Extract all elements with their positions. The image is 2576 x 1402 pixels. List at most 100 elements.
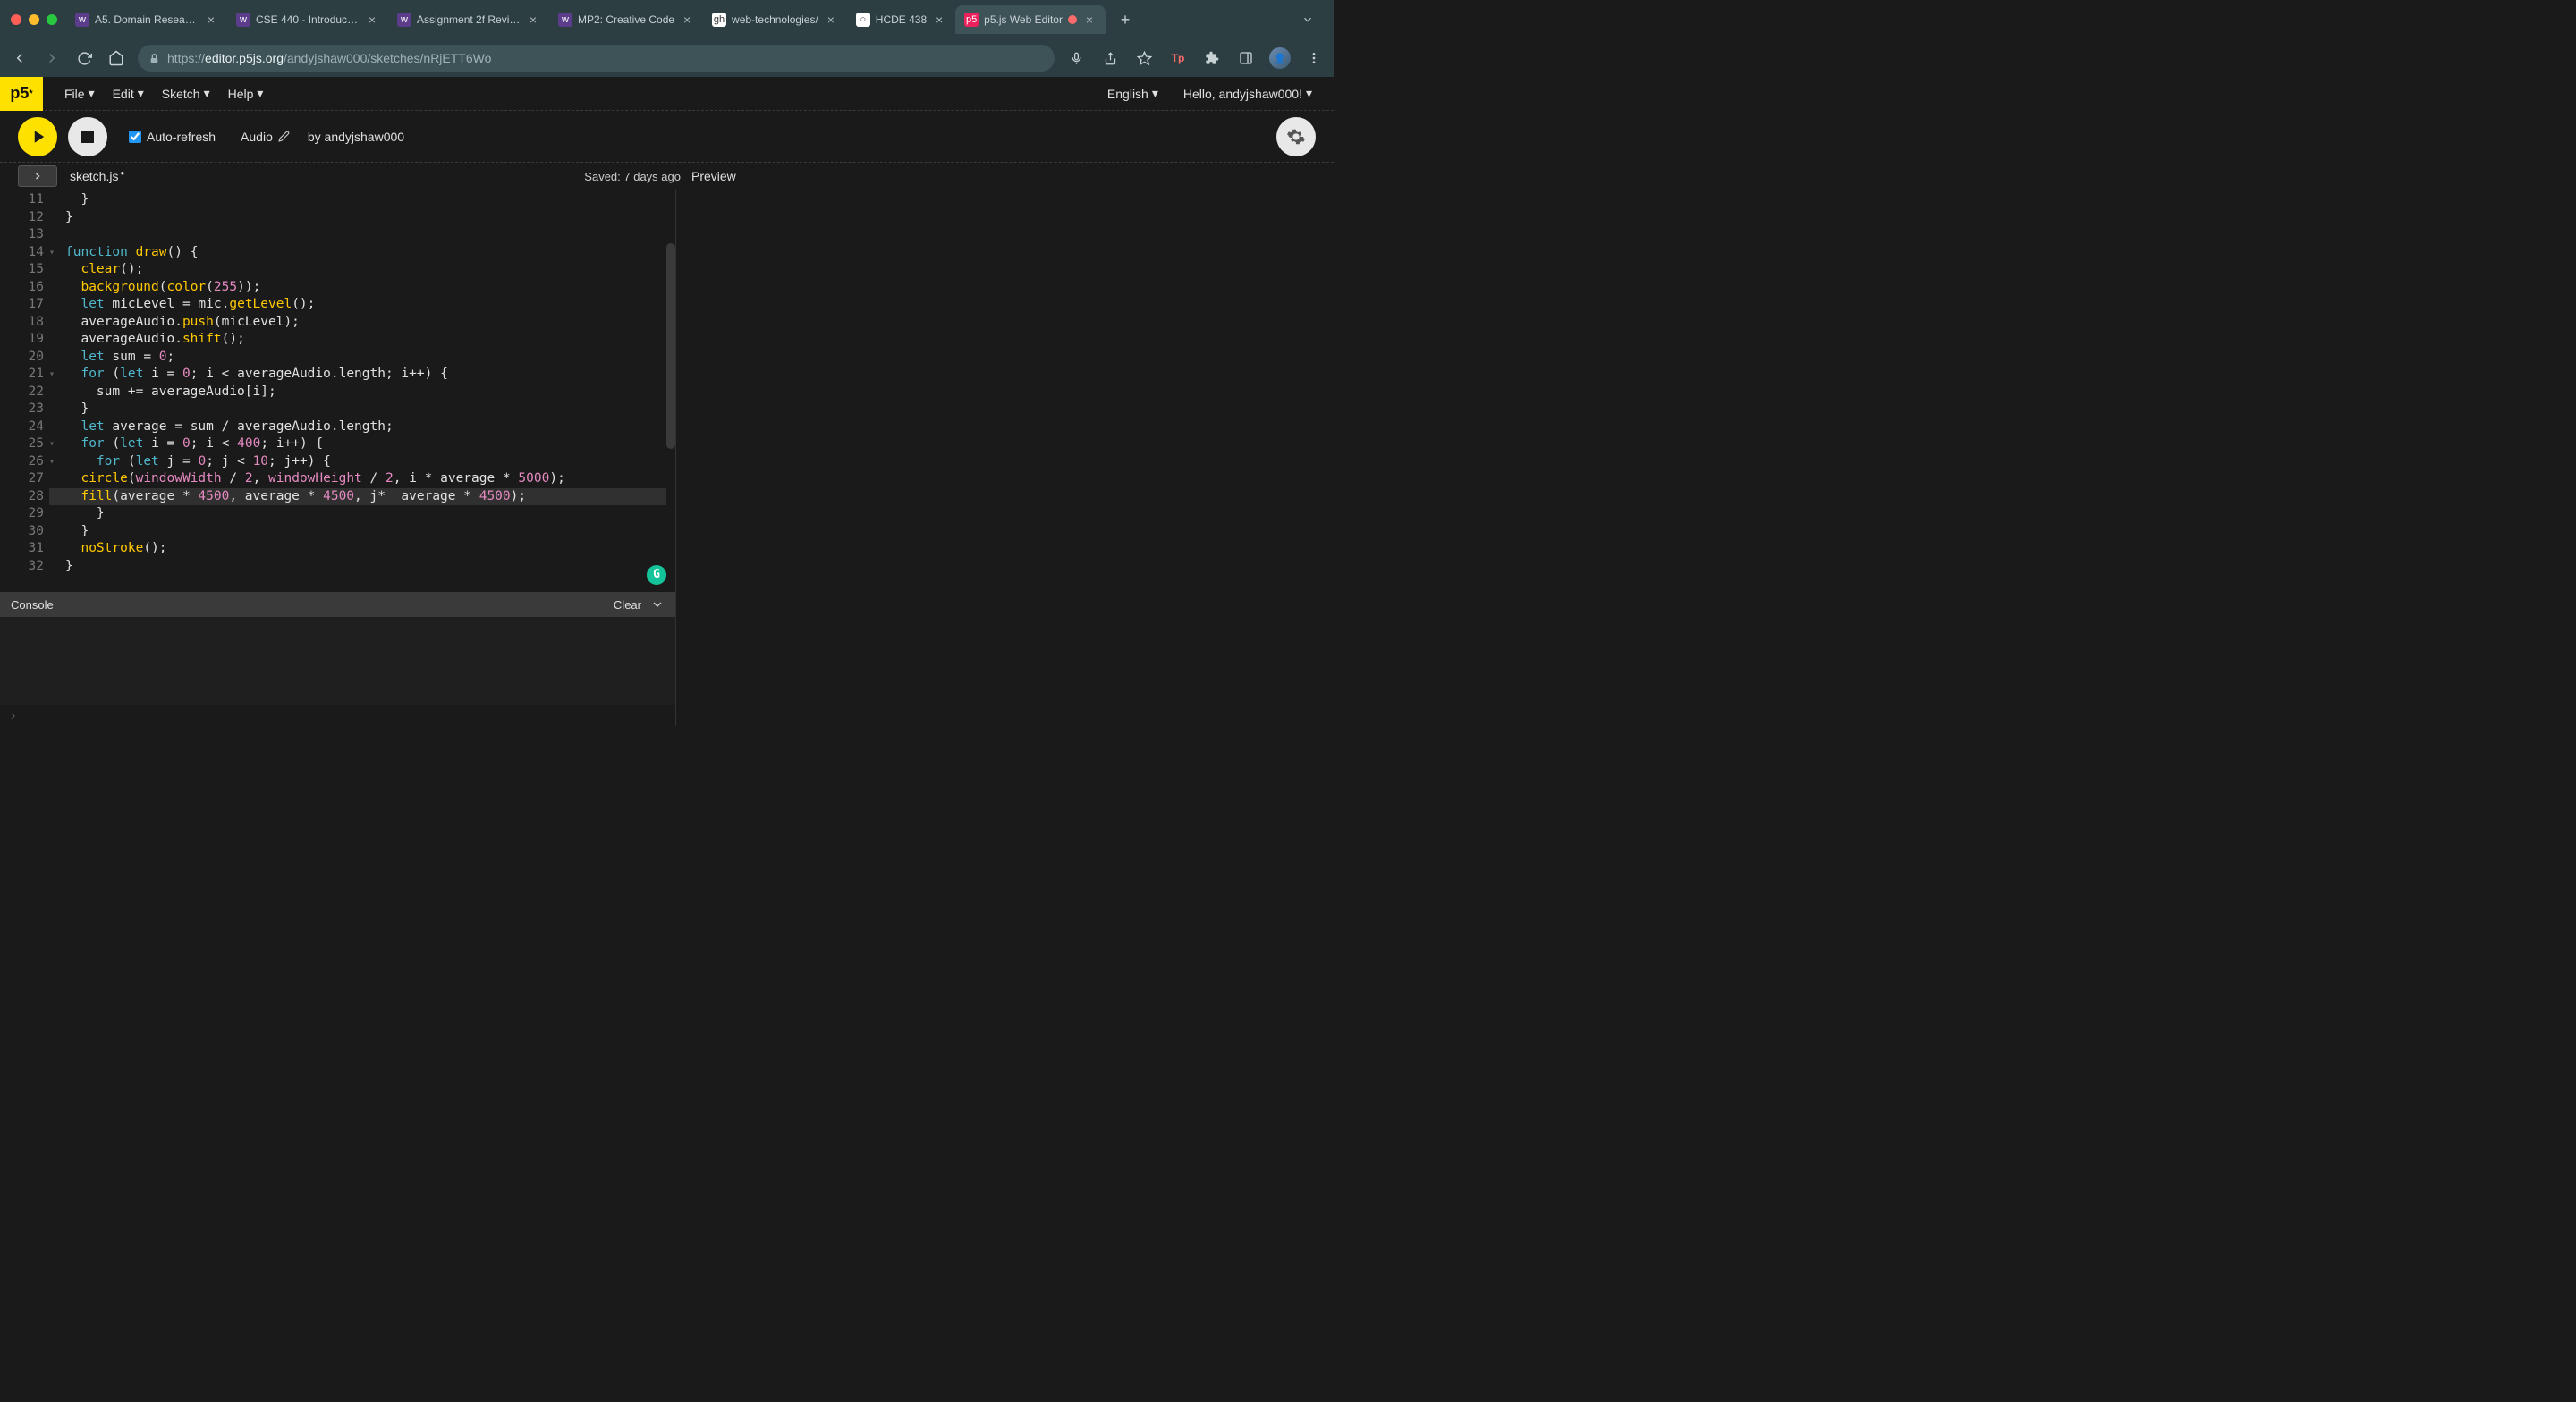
tab-favicon-icon: w	[75, 13, 89, 27]
browser-tab[interactable]: ○HCDE 438×	[847, 5, 955, 34]
code-line[interactable]: }	[65, 523, 675, 541]
nav-forward-button[interactable]	[41, 47, 63, 69]
window-controls	[11, 14, 57, 25]
browser-tab[interactable]: w A5. Domain Research ×	[66, 5, 227, 34]
console-output[interactable]	[0, 617, 675, 705]
code-content[interactable]: }} function draw() { clear(); background…	[49, 190, 675, 592]
browser-tab[interactable]: wMP2: Creative Code×	[549, 5, 703, 34]
code-line[interactable]: clear();	[65, 261, 675, 279]
window-minimize-button[interactable]	[29, 14, 39, 25]
share-icon[interactable]	[1099, 47, 1121, 69]
code-line[interactable]: let micLevel = mic.getLevel();	[65, 296, 675, 314]
chevron-down-icon: ▾	[204, 86, 210, 101]
code-line[interactable]: fill(average * 4500, average * 4500, j* …	[65, 488, 675, 506]
lock-icon	[148, 53, 160, 64]
mic-icon[interactable]	[1065, 47, 1087, 69]
editor-header: sketch.js Saved: 7 days ago Preview	[0, 163, 1334, 190]
tab-close-button[interactable]: ×	[932, 13, 946, 27]
auto-refresh-checkbox[interactable]	[129, 131, 141, 143]
kebab-menu-icon[interactable]	[1303, 47, 1325, 69]
code-line[interactable]: }	[65, 209, 675, 227]
tab-close-button[interactable]: ×	[680, 13, 694, 27]
menu-sketch[interactable]: Sketch▾	[155, 82, 217, 105]
chevron-down-icon: ▾	[257, 86, 263, 101]
console-input[interactable]: ›	[0, 705, 675, 726]
menu-edit[interactable]: Edit▾	[106, 82, 151, 105]
code-line[interactable]: circle(windowWidth / 2, windowHeight / 2…	[65, 470, 675, 488]
settings-button[interactable]	[1276, 117, 1316, 156]
chevron-down-icon: ▾	[89, 86, 95, 101]
menu-file[interactable]: File▾	[57, 82, 102, 105]
chevron-down-icon[interactable]	[650, 597, 665, 612]
code-line[interactable]: function draw() {	[65, 244, 675, 262]
editor-scrollbar[interactable]	[666, 190, 675, 592]
tab-close-button[interactable]: ×	[526, 13, 540, 27]
nav-home-button[interactable]	[106, 47, 127, 69]
code-line[interactable]: for (let i = 0; i < averageAudio.length;…	[65, 366, 675, 384]
code-line[interactable]: for (let j = 0; j < 10; j++) {	[65, 453, 675, 471]
active-file-tab[interactable]: sketch.js	[70, 169, 124, 183]
console-header: Console Clear	[0, 592, 675, 617]
code-line[interactable]: background(color(255));	[65, 279, 675, 297]
browser-tab[interactable]: p5p5.js Web Editor×	[955, 5, 1106, 34]
browser-tab-bar: w A5. Domain Research ×w CSE 440 - Introduc…	[0, 0, 1334, 39]
tab-title: CSE 440 - Introduction	[256, 13, 360, 26]
tab-title: MP2: Creative Code	[578, 13, 674, 26]
browser-tab[interactable]: ghweb-technologies/×	[703, 5, 847, 34]
app-menu-bar: p5* File▾ Edit▾ Sketch▾ Help▾ English▾ H…	[0, 77, 1334, 111]
auto-refresh-toggle[interactable]: Auto-refresh	[129, 130, 216, 144]
window-maximize-button[interactable]	[47, 14, 57, 25]
window-close-button[interactable]	[11, 14, 21, 25]
file-panel-toggle[interactable]	[18, 165, 57, 187]
sketch-author: by andyjshaw000	[308, 130, 404, 144]
bookmark-star-icon[interactable]	[1133, 47, 1155, 69]
extension-tp-icon[interactable]: Tp	[1167, 47, 1189, 69]
panel-icon[interactable]	[1235, 47, 1257, 69]
code-line[interactable]: averageAudio.shift();	[65, 331, 675, 349]
code-line[interactable]: }	[65, 401, 675, 418]
console-label: Console	[11, 598, 54, 612]
chevron-down-icon: ▾	[1306, 86, 1312, 101]
user-greeting[interactable]: Hello, andyjshaw000!▾	[1176, 82, 1319, 105]
tab-title: A5. Domain Research	[95, 13, 199, 26]
code-line[interactable]: }	[65, 558, 675, 576]
extensions-icon[interactable]	[1201, 47, 1223, 69]
code-line[interactable]	[65, 226, 675, 244]
url-bar[interactable]: https://editor.p5js.org/andyjshaw000/ske…	[138, 45, 1055, 72]
code-line[interactable]: averageAudio.push(micLevel);	[65, 314, 675, 332]
browser-tab[interactable]: wCSE 440 - Introduction×	[227, 5, 388, 34]
sketch-name[interactable]: Audio	[241, 130, 290, 144]
preview-header: Preview	[681, 169, 1334, 183]
browser-tab[interactable]: wAssignment 2f Revision×	[388, 5, 549, 34]
tab-title: web-technologies/	[732, 13, 818, 26]
code-line[interactable]: }	[65, 505, 675, 523]
auto-refresh-label: Auto-refresh	[147, 130, 216, 144]
new-tab-button[interactable]: +	[1113, 11, 1138, 30]
nav-reload-button[interactable]	[73, 47, 95, 69]
menu-help[interactable]: Help▾	[221, 82, 271, 105]
tab-overflow-button[interactable]	[1301, 13, 1323, 26]
code-line[interactable]: let average = sum / averageAudio.length;	[65, 418, 675, 436]
tab-close-button[interactable]: ×	[824, 13, 838, 27]
tab-close-button[interactable]: ×	[365, 13, 379, 27]
p5-logo[interactable]: p5*	[0, 77, 43, 111]
tab-favicon-icon: p5	[964, 13, 979, 27]
code-line[interactable]: for (let i = 0; i < 400; i++) {	[65, 435, 675, 453]
console-clear-button[interactable]: Clear	[614, 598, 641, 612]
code-line[interactable]: }	[65, 191, 675, 209]
grammarly-badge-icon[interactable]: G	[647, 565, 666, 585]
code-line[interactable]: sum += averageAudio[i];	[65, 384, 675, 401]
tab-close-button[interactable]: ×	[204, 13, 218, 27]
profile-avatar[interactable]: 👤	[1269, 47, 1291, 69]
tab-title: HCDE 438	[876, 13, 927, 26]
gear-icon	[1286, 127, 1306, 147]
tab-close-button[interactable]: ×	[1082, 13, 1097, 27]
code-line[interactable]: let sum = 0;	[65, 349, 675, 367]
nav-back-button[interactable]	[9, 47, 30, 69]
code-line[interactable]: noStroke();	[65, 540, 675, 558]
code-editor[interactable]: 1112131415161718192021222324252627282930…	[0, 190, 675, 592]
stop-button[interactable]	[68, 117, 107, 156]
language-selector[interactable]: English▾	[1100, 82, 1165, 105]
chevron-down-icon: ▾	[1152, 86, 1158, 101]
play-button[interactable]	[18, 117, 57, 156]
